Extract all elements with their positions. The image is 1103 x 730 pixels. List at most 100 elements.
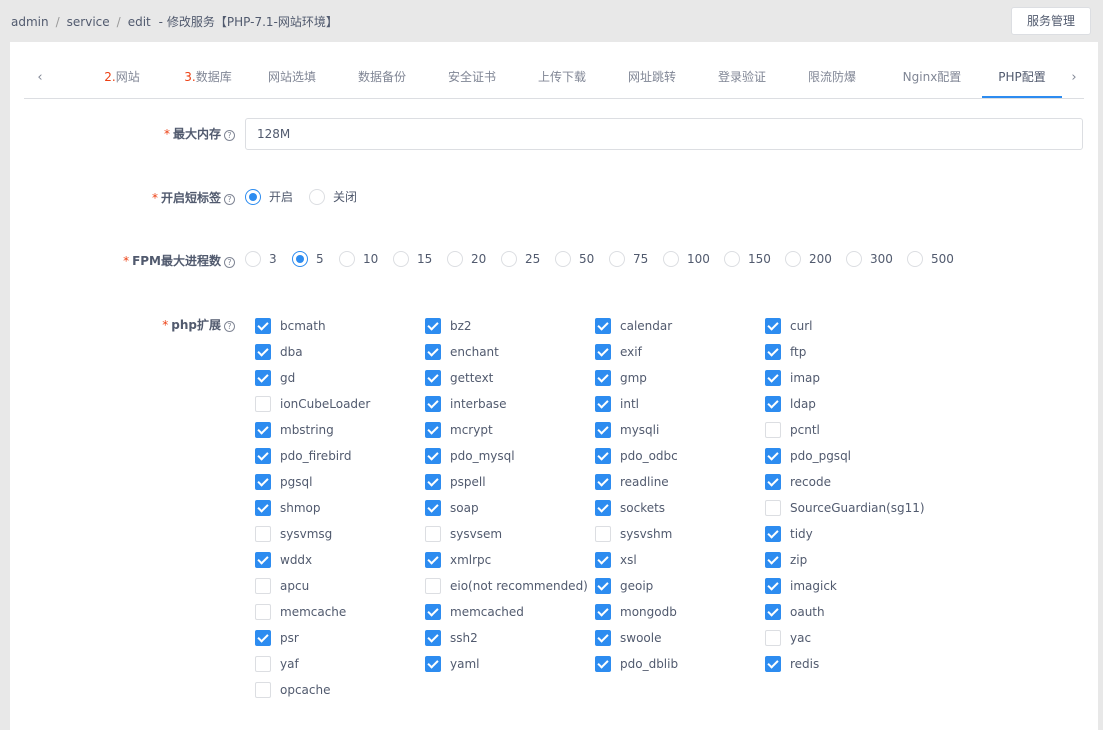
extension-checkbox[interactable]: ionCubeLoader [255, 396, 370, 412]
extension-checkbox[interactable]: sysvshm [595, 526, 672, 542]
extension-checkbox[interactable]: shmop [255, 500, 321, 516]
radio-label: 关闭 [333, 190, 358, 204]
extension-checkbox[interactable]: intl [595, 396, 639, 412]
extension-checkbox[interactable]: SourceGuardian(sg11) [765, 500, 925, 516]
tab-9[interactable]: Nginx配置 [882, 62, 982, 98]
checkbox-empty [255, 578, 271, 594]
extension-checkbox[interactable]: mysqli [595, 422, 659, 438]
tab-1[interactable]: 3.数据库 [168, 62, 248, 98]
tab-5[interactable]: 上传下载 [522, 62, 602, 98]
extension-checkbox[interactable]: ssh2 [425, 630, 478, 646]
fpm-radio-0[interactable]: 3 [245, 251, 277, 267]
extension-checkbox[interactable]: wddx [255, 552, 312, 568]
extension-checkbox[interactable]: sysvsem [425, 526, 502, 542]
extension-checkbox[interactable]: yaml [425, 656, 479, 672]
tab-7[interactable]: 登录验证 [702, 62, 782, 98]
extension-checkbox[interactable]: soap [425, 500, 479, 516]
fpm-radio-6[interactable]: 50 [555, 251, 594, 267]
extension-checkbox[interactable]: memcache [255, 604, 346, 620]
fpm-radio-8[interactable]: 100 [663, 251, 710, 267]
breadcrumb-item-admin[interactable]: admin [11, 15, 49, 29]
extension-checkbox[interactable]: swoole [595, 630, 661, 646]
extension-checkbox[interactable]: memcached [425, 604, 524, 620]
extension-checkbox[interactable]: apcu [255, 578, 309, 594]
extension-checkbox[interactable]: zip [765, 552, 807, 568]
extension-checkbox[interactable]: redis [765, 656, 819, 672]
extension-checkbox[interactable]: gettext [425, 370, 493, 386]
help-icon[interactable]: ? [224, 321, 235, 332]
checkmark-icon [765, 448, 781, 464]
extension-checkbox[interactable]: pdo_firebird [255, 448, 351, 464]
extension-checkbox[interactable]: pdo_odbc [595, 448, 678, 464]
extension-checkbox[interactable]: opcache [255, 682, 331, 698]
help-icon[interactable]: ? [224, 257, 235, 268]
checkmark-icon [765, 344, 781, 360]
radio-dot [555, 251, 571, 267]
extension-checkbox[interactable]: pcntl [765, 422, 820, 438]
extension-checkbox[interactable]: mbstring [255, 422, 334, 438]
extension-checkbox[interactable]: calendar [595, 318, 672, 334]
tab-6[interactable]: 网址跳转 [612, 62, 692, 98]
extension-checkbox[interactable]: yaf [255, 656, 299, 672]
memory-input[interactable] [245, 118, 1083, 150]
extension-checkbox[interactable]: oauth [765, 604, 825, 620]
tab-4[interactable]: 安全证书 [432, 62, 512, 98]
extension-label: eio(not recommended) [450, 579, 588, 593]
extension-checkbox[interactable]: curl [765, 318, 812, 334]
extension-checkbox[interactable]: interbase [425, 396, 507, 412]
extension-checkbox[interactable]: xsl [595, 552, 637, 568]
extension-checkbox[interactable]: tidy [765, 526, 813, 542]
extension-label: memcache [280, 605, 347, 619]
extension-checkbox[interactable]: xmlrpc [425, 552, 491, 568]
extension-checkbox[interactable]: mcrypt [425, 422, 493, 438]
extension-checkbox[interactable]: pdo_pgsql [765, 448, 851, 464]
fpm-radio-1[interactable]: 5 [292, 251, 324, 267]
extension-checkbox[interactable]: ldap [765, 396, 816, 412]
extension-checkbox[interactable]: eio(not recommended) [425, 578, 588, 594]
extension-checkbox[interactable]: gmp [595, 370, 647, 386]
short-tag-radio-0[interactable]: 开启 [245, 188, 293, 205]
fpm-radio-3[interactable]: 15 [393, 251, 432, 267]
fpm-radio-12[interactable]: 500 [907, 251, 954, 267]
help-icon[interactable]: ? [224, 194, 235, 205]
extension-checkbox[interactable]: recode [765, 474, 831, 490]
extension-checkbox[interactable]: exif [595, 344, 642, 360]
tab-3[interactable]: 数据备份 [342, 62, 422, 98]
tab-0[interactable]: 2.网站 [82, 62, 162, 98]
extension-checkbox[interactable]: enchant [425, 344, 499, 360]
short-tag-radio-1[interactable]: 关闭 [309, 188, 357, 205]
chevron-right-icon[interactable]: › [1064, 68, 1084, 88]
help-icon[interactable]: ? [224, 130, 235, 141]
fpm-radio-5[interactable]: 25 [501, 251, 540, 267]
extension-checkbox[interactable]: imagick [765, 578, 837, 594]
fpm-radio-7[interactable]: 75 [609, 251, 648, 267]
extension-checkbox[interactable]: ftp [765, 344, 806, 360]
chevron-left-icon[interactable]: ‹ [30, 68, 50, 88]
service-management-button[interactable]: 服务管理 [1011, 7, 1091, 35]
breadcrumb-item-service[interactable]: service [67, 15, 110, 29]
extension-checkbox[interactable]: yac [765, 630, 811, 646]
extension-checkbox[interactable]: bz2 [425, 318, 472, 334]
extension-checkbox[interactable]: sockets [595, 500, 665, 516]
extension-checkbox[interactable]: gd [255, 370, 295, 386]
fpm-radio-2[interactable]: 10 [339, 251, 378, 267]
extension-checkbox[interactable]: dba [255, 344, 303, 360]
fpm-radio-9[interactable]: 150 [724, 251, 771, 267]
extension-checkbox[interactable]: pspell [425, 474, 486, 490]
fpm-radio-11[interactable]: 300 [846, 251, 893, 267]
extension-checkbox[interactable]: geoip [595, 578, 653, 594]
tab-8[interactable]: 限流防爆 [792, 62, 872, 98]
extension-checkbox[interactable]: bcmath [255, 318, 326, 334]
extension-checkbox[interactable]: pdo_mysql [425, 448, 515, 464]
extension-checkbox[interactable]: readline [595, 474, 669, 490]
extension-checkbox[interactable]: imap [765, 370, 820, 386]
fpm-radio-4[interactable]: 20 [447, 251, 486, 267]
fpm-radio-10[interactable]: 200 [785, 251, 832, 267]
extension-checkbox[interactable]: mongodb [595, 604, 677, 620]
extension-checkbox[interactable]: psr [255, 630, 299, 646]
extension-checkbox[interactable]: sysvmsg [255, 526, 332, 542]
extension-checkbox[interactable]: pdo_dblib [595, 656, 678, 672]
tab-10[interactable]: PHP配置 [982, 62, 1062, 98]
tab-2[interactable]: 网站选填 [252, 62, 332, 98]
extension-checkbox[interactable]: pgsql [255, 474, 312, 490]
